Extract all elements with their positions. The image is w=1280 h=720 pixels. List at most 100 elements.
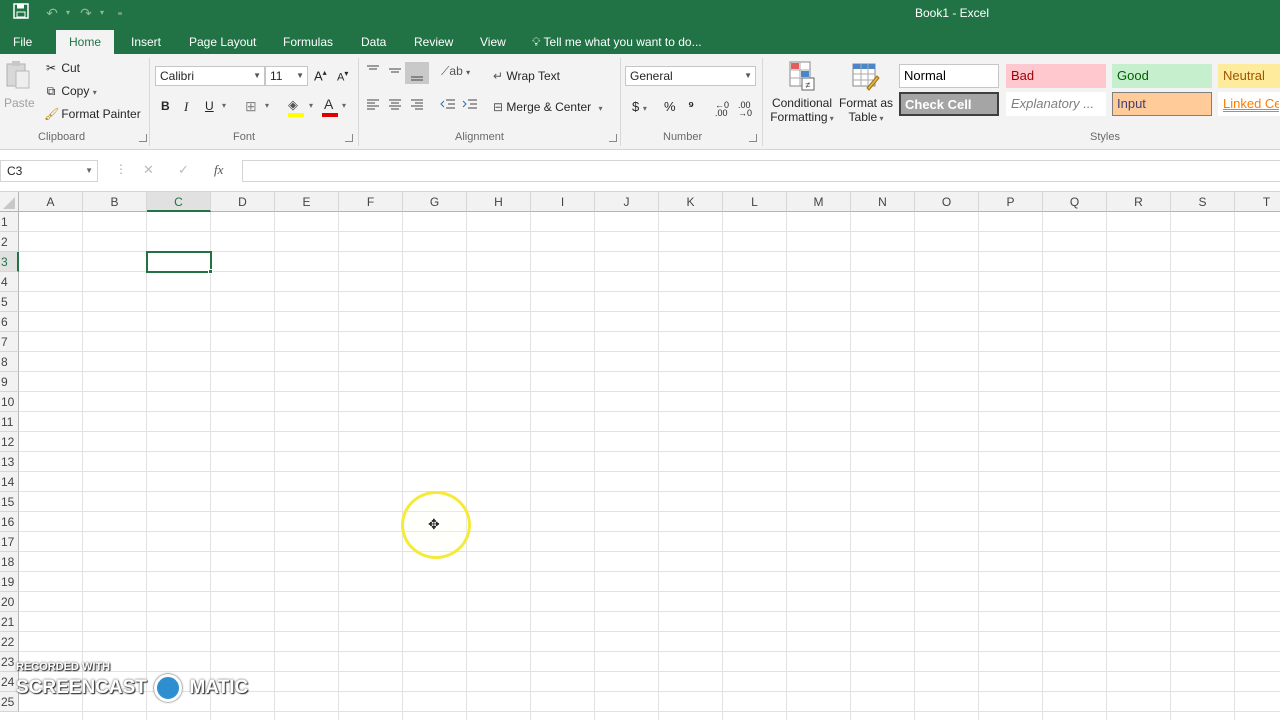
column-header-t[interactable]: T bbox=[1235, 192, 1280, 212]
undo-dropdown-icon[interactable]: ▾ bbox=[58, 3, 78, 23]
increase-font-size-icon[interactable]: A▴ bbox=[314, 68, 327, 83]
fill-handle[interactable] bbox=[208, 269, 213, 274]
orientation-icon[interactable]: ⟋ab ▾ bbox=[441, 64, 470, 79]
row-header-17[interactable]: 17 bbox=[0, 532, 19, 552]
tell-me-box[interactable]: 💡︎ Tell me what you want to do... bbox=[532, 34, 702, 50]
column-header-i[interactable]: I bbox=[531, 192, 595, 212]
row-header-5[interactable]: 5 bbox=[0, 292, 19, 312]
column-header-g[interactable]: G bbox=[403, 192, 467, 212]
column-header-b[interactable]: B bbox=[83, 192, 147, 212]
comma-style-button[interactable]: ⁹ bbox=[688, 98, 694, 113]
row-header-18[interactable]: 18 bbox=[0, 552, 19, 572]
column-header-a[interactable]: A bbox=[19, 192, 83, 212]
cell-style-3[interactable]: Neutral bbox=[1218, 64, 1280, 88]
chevron-down-icon[interactable]: ▾ bbox=[222, 101, 226, 110]
column-header-o[interactable]: O bbox=[915, 192, 979, 212]
chevron-down-icon[interactable]: ▾ bbox=[265, 101, 269, 110]
italic-button[interactable]: I bbox=[184, 99, 188, 115]
row-header-6[interactable]: 6 bbox=[0, 312, 19, 332]
row-header-21[interactable]: 21 bbox=[0, 612, 19, 632]
column-header-f[interactable]: F bbox=[339, 192, 403, 212]
middle-align-icon[interactable] bbox=[388, 64, 402, 79]
align-left-icon[interactable] bbox=[366, 98, 380, 113]
font-name-combo[interactable]: Calibri ▼ bbox=[155, 66, 265, 86]
fill-color-button[interactable]: ◈ bbox=[288, 97, 306, 117]
column-header-m[interactable]: M bbox=[787, 192, 851, 212]
column-header-h[interactable]: H bbox=[467, 192, 531, 212]
redo-dropdown-icon[interactable]: ▾ bbox=[92, 3, 112, 23]
bottom-align-icon[interactable] bbox=[405, 62, 429, 84]
tab-data[interactable]: Data bbox=[359, 34, 388, 54]
cell-style-1[interactable]: Bad bbox=[1006, 64, 1106, 88]
column-header-c[interactable]: C bbox=[147, 192, 211, 212]
cell-style-7[interactable]: Linked Ce bbox=[1218, 92, 1280, 116]
tab-view[interactable]: View bbox=[478, 34, 508, 54]
format-as-table-button[interactable]: Format as Table ▾ bbox=[837, 60, 895, 126]
row-header-1[interactable]: 1 bbox=[0, 212, 19, 232]
column-header-s[interactable]: S bbox=[1171, 192, 1235, 212]
paste-button[interactable]: Paste bbox=[4, 60, 35, 124]
column-header-r[interactable]: R bbox=[1107, 192, 1171, 212]
row-header-2[interactable]: 2 bbox=[0, 232, 19, 252]
column-header-n[interactable]: N bbox=[851, 192, 915, 212]
cell-style-4[interactable]: Check Cell bbox=[899, 92, 999, 116]
row-header-16[interactable]: 16 bbox=[0, 512, 19, 532]
row-header-19[interactable]: 19 bbox=[0, 572, 19, 592]
increase-decimal-icon[interactable]: ←0.00 bbox=[715, 101, 729, 118]
decrease-indent-icon[interactable] bbox=[440, 98, 456, 113]
column-header-d[interactable]: D bbox=[211, 192, 275, 212]
row-header-20[interactable]: 20 bbox=[0, 592, 19, 612]
formula-input[interactable] bbox=[242, 160, 1280, 182]
row-header-10[interactable]: 10 bbox=[0, 392, 19, 412]
row-header-22[interactable]: 22 bbox=[0, 632, 19, 652]
borders-icon[interactable]: ⊞ bbox=[245, 98, 257, 115]
decrease-font-size-icon[interactable]: A▾ bbox=[337, 69, 348, 84]
column-header-e[interactable]: E bbox=[275, 192, 339, 212]
tab-file[interactable]: File bbox=[11, 34, 34, 54]
font-size-combo[interactable]: 11 ▼ bbox=[265, 66, 308, 86]
conditional-formatting-button[interactable]: ≠ Conditional Formatting ▾ bbox=[768, 60, 836, 126]
font-launcher-icon[interactable] bbox=[345, 134, 353, 142]
column-header-q[interactable]: Q bbox=[1043, 192, 1107, 212]
save-icon[interactable] bbox=[11, 3, 31, 23]
row-header-14[interactable]: 14 bbox=[0, 472, 19, 492]
cut-button[interactable]: ✂ Cut bbox=[44, 61, 80, 75]
decrease-decimal-icon[interactable]: .00 →0 bbox=[738, 101, 752, 118]
cell-style-6[interactable]: Input bbox=[1112, 92, 1212, 116]
clipboard-launcher-icon[interactable] bbox=[139, 134, 147, 142]
copy-button[interactable]: ⧉ Copy ▾ bbox=[44, 84, 97, 99]
active-cell[interactable] bbox=[146, 251, 212, 273]
cell-style-5[interactable]: Explanatory ... bbox=[1006, 92, 1106, 116]
column-header-k[interactable]: K bbox=[659, 192, 723, 212]
align-center-icon[interactable] bbox=[388, 98, 402, 113]
row-header-13[interactable]: 13 bbox=[0, 452, 19, 472]
column-header-p[interactable]: P bbox=[979, 192, 1043, 212]
column-header-j[interactable]: J bbox=[595, 192, 659, 212]
row-header-8[interactable]: 8 bbox=[0, 352, 19, 372]
tab-home[interactable]: Home bbox=[56, 30, 115, 54]
increase-indent-icon[interactable] bbox=[462, 98, 478, 113]
alignment-launcher-icon[interactable] bbox=[609, 134, 617, 142]
enter-icon[interactable]: ✓ bbox=[178, 162, 189, 178]
worksheet-grid[interactable]: A B C D E F G H I J K L M N O P Q R S T 1 2 3 4 5 6 7 8 9 10 11 12 13 14 1… bbox=[0, 192, 1280, 720]
name-box[interactable]: C3 ▼ bbox=[0, 160, 98, 182]
underline-button[interactable]: U bbox=[205, 99, 214, 113]
merge-center-button[interactable]: ⊟ Merge & Center ▾ bbox=[493, 100, 602, 114]
number-launcher-icon[interactable] bbox=[749, 134, 757, 142]
cell-style-2[interactable]: Good bbox=[1112, 64, 1212, 88]
percent-button[interactable]: % bbox=[664, 99, 676, 114]
row-header-9[interactable]: 9 bbox=[0, 372, 19, 392]
customize-qat-icon[interactable]: ₌ bbox=[110, 3, 130, 23]
currency-button[interactable]: $ ▾ bbox=[632, 99, 647, 114]
column-header-l[interactable]: L bbox=[723, 192, 787, 212]
tab-formulas[interactable]: Formulas bbox=[281, 34, 335, 54]
row-header-15[interactable]: 15 bbox=[0, 492, 19, 512]
row-header-12[interactable]: 12 bbox=[0, 432, 19, 452]
chevron-down-icon[interactable]: ▾ bbox=[309, 101, 313, 110]
row-header-7[interactable]: 7 bbox=[0, 332, 19, 352]
top-align-icon[interactable] bbox=[366, 64, 380, 79]
wrap-text-button[interactable]: ↵ Wrap Text bbox=[493, 69, 560, 83]
row-header-3[interactable]: 3 bbox=[0, 252, 19, 272]
cell-style-0[interactable]: Normal bbox=[899, 64, 999, 88]
number-format-combo[interactable]: General ▼ bbox=[625, 66, 756, 86]
